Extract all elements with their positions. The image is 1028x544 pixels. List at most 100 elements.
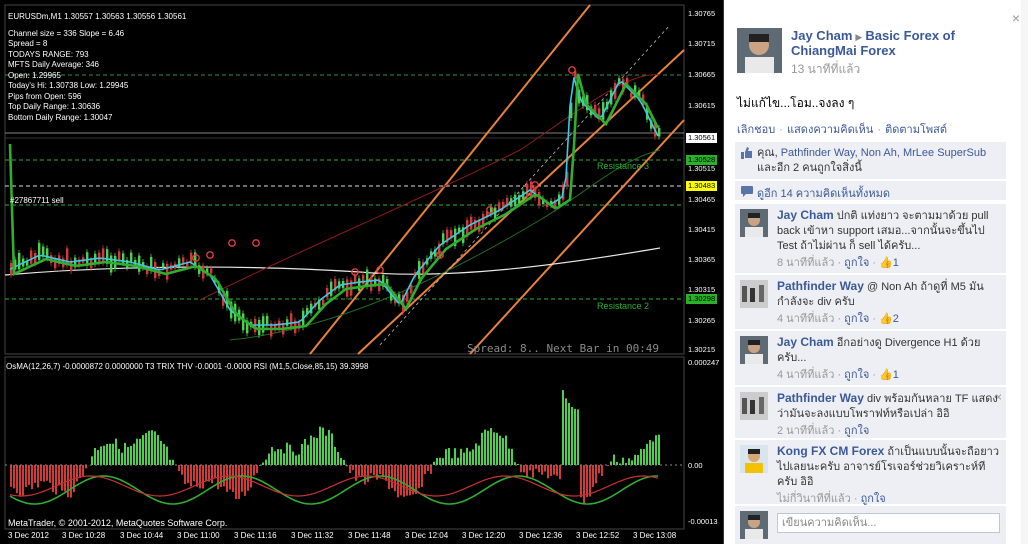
osma-bar [553, 465, 555, 475]
follow-post-link[interactable]: ติดตามโพสต์ [885, 124, 947, 136]
indicator-info-block: EURUSDm,M1 1.30557 1.30563 1.30556 1.305… [8, 12, 186, 123]
comment-like-link[interactable]: ถูกใจ [844, 313, 869, 325]
price-tick: 1.30465 [688, 195, 716, 204]
comment-like-link[interactable]: ถูกใจ [844, 369, 869, 381]
osma-tick: 0.00 [688, 461, 703, 470]
view-all-comments-label[interactable]: ดูอีก 14 ความคิดเห็นทั้งหมด [757, 188, 890, 200]
write-comment-input[interactable] [777, 513, 1000, 533]
osma-bar [244, 465, 246, 496]
osma-bar [280, 449, 282, 465]
avatar[interactable] [740, 336, 768, 364]
osma-bar [70, 465, 72, 498]
thumbs-up-icon[interactable]: 👍 [879, 257, 893, 269]
comment-author-link[interactable]: Kong FX CM Forex [777, 444, 884, 458]
comment-author-link[interactable]: Jay Cham [777, 208, 834, 222]
view-all-comments-link[interactable]: ดูอีก 14 ความคิดเห็นทั้งหมด [735, 181, 1006, 201]
osma-bar [133, 443, 135, 465]
avatar[interactable] [737, 28, 782, 73]
osma-bar [406, 465, 408, 496]
likes-names-link[interactable]: Pathfinder Way, Non Ah, MrLee SuperSub [781, 147, 986, 159]
comment-author-link[interactable]: Pathfinder Way [777, 391, 864, 405]
close-icon[interactable]: × [1012, 10, 1020, 26]
candle-body [374, 278, 377, 285]
comment-time[interactable]: 2 นาทีที่แล้ว [777, 425, 834, 437]
osma-bar [235, 465, 237, 499]
time-tick: 3 Dec 2012 [8, 531, 49, 540]
osma-bar [463, 452, 465, 465]
candle-body [210, 268, 213, 274]
likes-others-link[interactable]: และอีก 2 คนถูกใจสิ่งนี้ [757, 162, 862, 174]
avatar[interactable] [740, 280, 768, 308]
comment-time[interactable]: 4 นาทีที่แล้ว [777, 369, 834, 381]
osma-bar [148, 430, 150, 465]
candle-body [118, 251, 121, 260]
likes-summary: คุณ, Pathfinder Way, Non Ah, MrLee Super… [735, 142, 1006, 180]
resistance-2-price-box: 1.30298 [686, 294, 718, 304]
scrollbar-track[interactable] [1021, 0, 1028, 544]
price-tick: 1.30215 [688, 345, 716, 354]
osma-bar [607, 465, 609, 467]
facebook-photo-comments-panel: × Jay Cham ▶ Basic Forex of ChiangMai Fore… [725, 0, 1028, 544]
osma-bar [610, 461, 612, 465]
comment-item: Jay Cham ปกติ แท่งยาว จะตามมาด้วย pull b… [735, 204, 1006, 274]
metatrader-chart-window[interactable]: EURUSDm,M1 1.30557 1.30563 1.30556 1.305… [0, 0, 724, 544]
osma-bar [37, 465, 39, 488]
osma-bar [367, 465, 369, 483]
avatar[interactable] [740, 209, 768, 237]
spread-next-bar-overlay: Spread: 8.. Next Bar in 00:49 [467, 342, 660, 355]
osma-bar [334, 446, 336, 465]
info-line: Today's Hi: 1.30738 Low: 1.29945 [8, 81, 129, 90]
osma-bar [490, 428, 492, 465]
post-author-link[interactable]: Jay Cham [791, 28, 852, 43]
osma-bar [151, 430, 153, 465]
comment-like-count[interactable]: 1 [893, 369, 899, 381]
candle-body [102, 248, 105, 263]
osma-bar [28, 465, 30, 485]
candle-body [242, 313, 245, 331]
comment-like-link[interactable]: ถูกใจ [844, 425, 869, 437]
osma-bar [19, 465, 21, 497]
price-tick: 1.30715 [688, 39, 716, 48]
time-tick: 3 Dec 13:08 [633, 531, 677, 540]
candle-body [366, 269, 369, 287]
comment-time[interactable]: 4 นาทีที่แล้ว [777, 313, 834, 325]
unlike-link[interactable]: เลิกชอบ [737, 124, 775, 136]
osma-bar [466, 447, 468, 465]
comment-author-link[interactable]: Pathfinder Way [777, 279, 864, 293]
osma-bar [658, 434, 660, 465]
osma-bar [532, 465, 534, 478]
osma-bar [652, 441, 654, 465]
comment-like-count[interactable]: 1 [893, 257, 899, 269]
osma-bar [79, 465, 81, 478]
post-timestamp[interactable]: 13 นาทีที่แล้ว [791, 60, 1011, 79]
osma-bar [631, 460, 633, 465]
osma-bar [364, 465, 366, 485]
osma-bar [634, 454, 636, 465]
osma-bar [460, 448, 462, 465]
osma-bar [550, 465, 552, 476]
thumbs-up-icon[interactable]: 👍 [879, 313, 893, 325]
time-tick: 3 Dec 10:28 [62, 531, 106, 540]
comment-link[interactable]: แสดงความคิดเห็น [787, 124, 873, 136]
post-actions: เลิกชอบ · แสดงความคิดเห็น · ติดตามโพสต์ [737, 124, 947, 136]
osma-bar [475, 443, 477, 465]
comment-time[interactable]: 8 นาทีที่แล้ว [777, 257, 834, 269]
osma-bar [592, 465, 594, 487]
comment-like-link[interactable]: ถูกใจ [844, 257, 869, 269]
comment-time[interactable]: ไม่กี่วินาทีที่แล้ว [777, 493, 851, 505]
osma-bar [181, 465, 183, 475]
osma-bar [523, 465, 525, 473]
osma-bar [637, 455, 639, 465]
order-label[interactable]: #27867711 sell [10, 196, 64, 207]
comment-author-link[interactable]: Jay Cham [777, 335, 834, 349]
avatar[interactable] [740, 445, 768, 473]
time-tick: 3 Dec 10:44 [120, 531, 164, 540]
osma-bar [136, 438, 138, 465]
avatar[interactable] [740, 392, 768, 420]
comment-bubble-icon [741, 186, 753, 200]
osma-bar [172, 459, 174, 465]
comment-like-link[interactable]: ถูกใจ [861, 493, 886, 505]
thumbs-up-icon[interactable]: 👍 [879, 369, 893, 381]
comment-like-count[interactable]: 2 [893, 313, 899, 325]
osma-bar [526, 465, 528, 478]
